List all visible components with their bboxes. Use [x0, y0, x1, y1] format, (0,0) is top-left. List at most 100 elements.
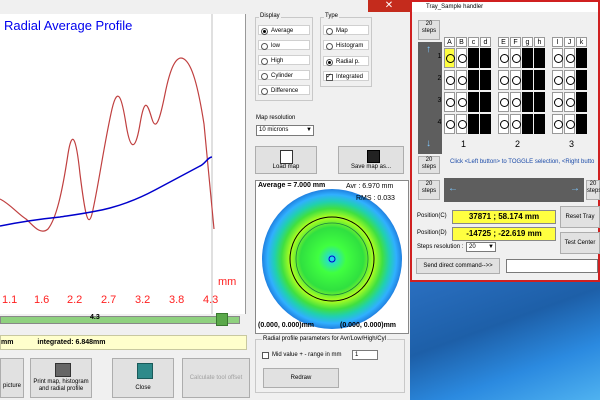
tray-slot[interactable] [480, 114, 491, 134]
tray-slot[interactable] [510, 70, 521, 90]
blue-profile-line [0, 156, 213, 227]
map-avr-text: Avr : 6.970 mm [346, 183, 394, 190]
steps-down-button[interactable]: 20 steps [418, 156, 440, 174]
steps-right-button[interactable]: 20 steps [586, 180, 600, 200]
tray-slot[interactable] [456, 70, 467, 90]
tray-slot[interactable] [522, 48, 533, 68]
reset-tray-button[interactable]: Reset Tray [560, 206, 600, 228]
tray-slot[interactable] [564, 70, 575, 90]
tray-slot[interactable] [480, 92, 491, 112]
tray-slot[interactable] [498, 114, 509, 134]
tray-slot[interactable] [468, 48, 479, 68]
display-difference-radio[interactable]: Difference [258, 85, 310, 95]
tray-slot[interactable] [522, 70, 533, 90]
floppy-icon [367, 150, 380, 163]
tray-slot[interactable] [468, 92, 479, 112]
tray-slot[interactable] [576, 114, 587, 134]
tray-slot[interactable] [534, 70, 545, 90]
load-map-label: Load map [272, 164, 300, 170]
tray-slot[interactable] [552, 70, 563, 90]
sample-circle-icon [554, 98, 563, 107]
tray-slot[interactable] [456, 48, 467, 68]
tray-slot[interactable] [480, 48, 491, 68]
steps-left-button[interactable]: 20 steps [418, 180, 440, 200]
tray-slot[interactable] [444, 48, 455, 68]
tray-slot[interactable] [456, 114, 467, 134]
sample-circle-icon [554, 54, 563, 63]
row-header: 2 [437, 75, 442, 82]
tray-slot[interactable] [498, 92, 509, 112]
close-button[interactable]: Close [112, 358, 174, 398]
integrated-checkbox[interactable]: Integrated [323, 71, 369, 82]
close-icon[interactable]: ✕ [368, 0, 410, 12]
tray-slot[interactable] [510, 114, 521, 134]
x-unit-label: mm [218, 276, 237, 288]
integrated-info-bar: mm integrated: 6.848mm [0, 335, 247, 350]
tray-slot[interactable] [576, 92, 587, 112]
tray-slot[interactable] [552, 48, 563, 68]
type-map-radio[interactable]: Map [323, 25, 369, 35]
tray-group-label: 2 [515, 139, 521, 149]
sample-circle-icon [500, 76, 509, 85]
sample-circle-icon [446, 98, 455, 107]
tray-slot[interactable] [552, 92, 563, 112]
tray-slot[interactable] [510, 92, 521, 112]
display-average-radio[interactable]: Average [258, 25, 310, 35]
column-header: g [522, 37, 533, 47]
steps-resolution-select[interactable]: 20 ▼ [466, 242, 496, 252]
test-center-label: Test Center [564, 240, 596, 246]
horizontal-scroll[interactable]: ← → [444, 178, 584, 202]
redraw-button[interactable]: Redraw [263, 368, 339, 388]
tray-instruction: Click <Left button> to TOGGLE selection,… [450, 159, 595, 165]
display-high-radio[interactable]: High [258, 55, 310, 65]
tray-slot[interactable] [534, 48, 545, 68]
sample-circle-icon [446, 54, 455, 63]
tray-slot[interactable] [534, 92, 545, 112]
display-cylinder-radio[interactable]: Cylinder [258, 70, 310, 80]
tray-slot[interactable] [552, 114, 563, 134]
print-button[interactable]: Print map, histogram and radial profile [30, 358, 92, 398]
tray-slot[interactable] [498, 70, 509, 90]
tray-slot[interactable] [564, 48, 575, 68]
sample-circle-icon [512, 76, 521, 85]
tray-slot[interactable] [576, 48, 587, 68]
mid-value-input[interactable]: 1 [352, 350, 378, 360]
tray-slot[interactable] [534, 114, 545, 134]
tray-slot[interactable] [456, 92, 467, 112]
test-center-button[interactable]: Test Center [560, 232, 600, 254]
distance-slider-thumb[interactable] [216, 313, 228, 326]
tray-slot[interactable] [444, 92, 455, 112]
direct-command-input[interactable] [506, 259, 598, 273]
tray-slot[interactable] [576, 70, 587, 90]
type-histogram-radio[interactable]: Histogram [323, 40, 369, 50]
calculate-tool-offset-button[interactable]: Calculate tool offset [182, 358, 250, 398]
map-bottom-left-coords: (0.000, 0.000)mm [258, 322, 315, 329]
tray-slot[interactable] [498, 48, 509, 68]
picture-button[interactable]: picture [0, 358, 24, 398]
tray-slot[interactable] [444, 70, 455, 90]
tray-slot[interactable] [564, 92, 575, 112]
display-low-radio[interactable]: low [258, 40, 310, 50]
tray-slot[interactable] [468, 70, 479, 90]
load-map-button[interactable]: Load map [255, 146, 317, 174]
x-tick: 3.2 [135, 294, 151, 306]
mid-value-checkbox[interactable]: Mid value + - range in mm [260, 350, 348, 360]
map-resolution-select[interactable]: 10 microns ▼ [256, 125, 314, 136]
save-map-button[interactable]: Save map as... [338, 146, 404, 174]
steps-up-button[interactable]: 20 steps [418, 20, 440, 40]
tray-slot[interactable] [522, 92, 533, 112]
tray-slot[interactable] [468, 114, 479, 134]
tray-slot[interactable] [510, 48, 521, 68]
steps-resolution-label: Steps resolution : [417, 244, 464, 250]
tray-slot[interactable] [522, 114, 533, 134]
printer-icon [55, 363, 71, 377]
distance-slider-track[interactable] [0, 316, 240, 324]
tray-slot[interactable] [480, 70, 491, 90]
tray-group-label: 3 [569, 139, 575, 149]
tray-slot[interactable] [564, 114, 575, 134]
row-header: 4 [437, 119, 442, 126]
send-direct-command-button[interactable]: Send direct command-->> [416, 258, 500, 274]
type-group-label: Type [324, 13, 340, 19]
type-radial-radio[interactable]: Radial p. [323, 56, 369, 66]
tray-slot[interactable] [444, 114, 455, 134]
